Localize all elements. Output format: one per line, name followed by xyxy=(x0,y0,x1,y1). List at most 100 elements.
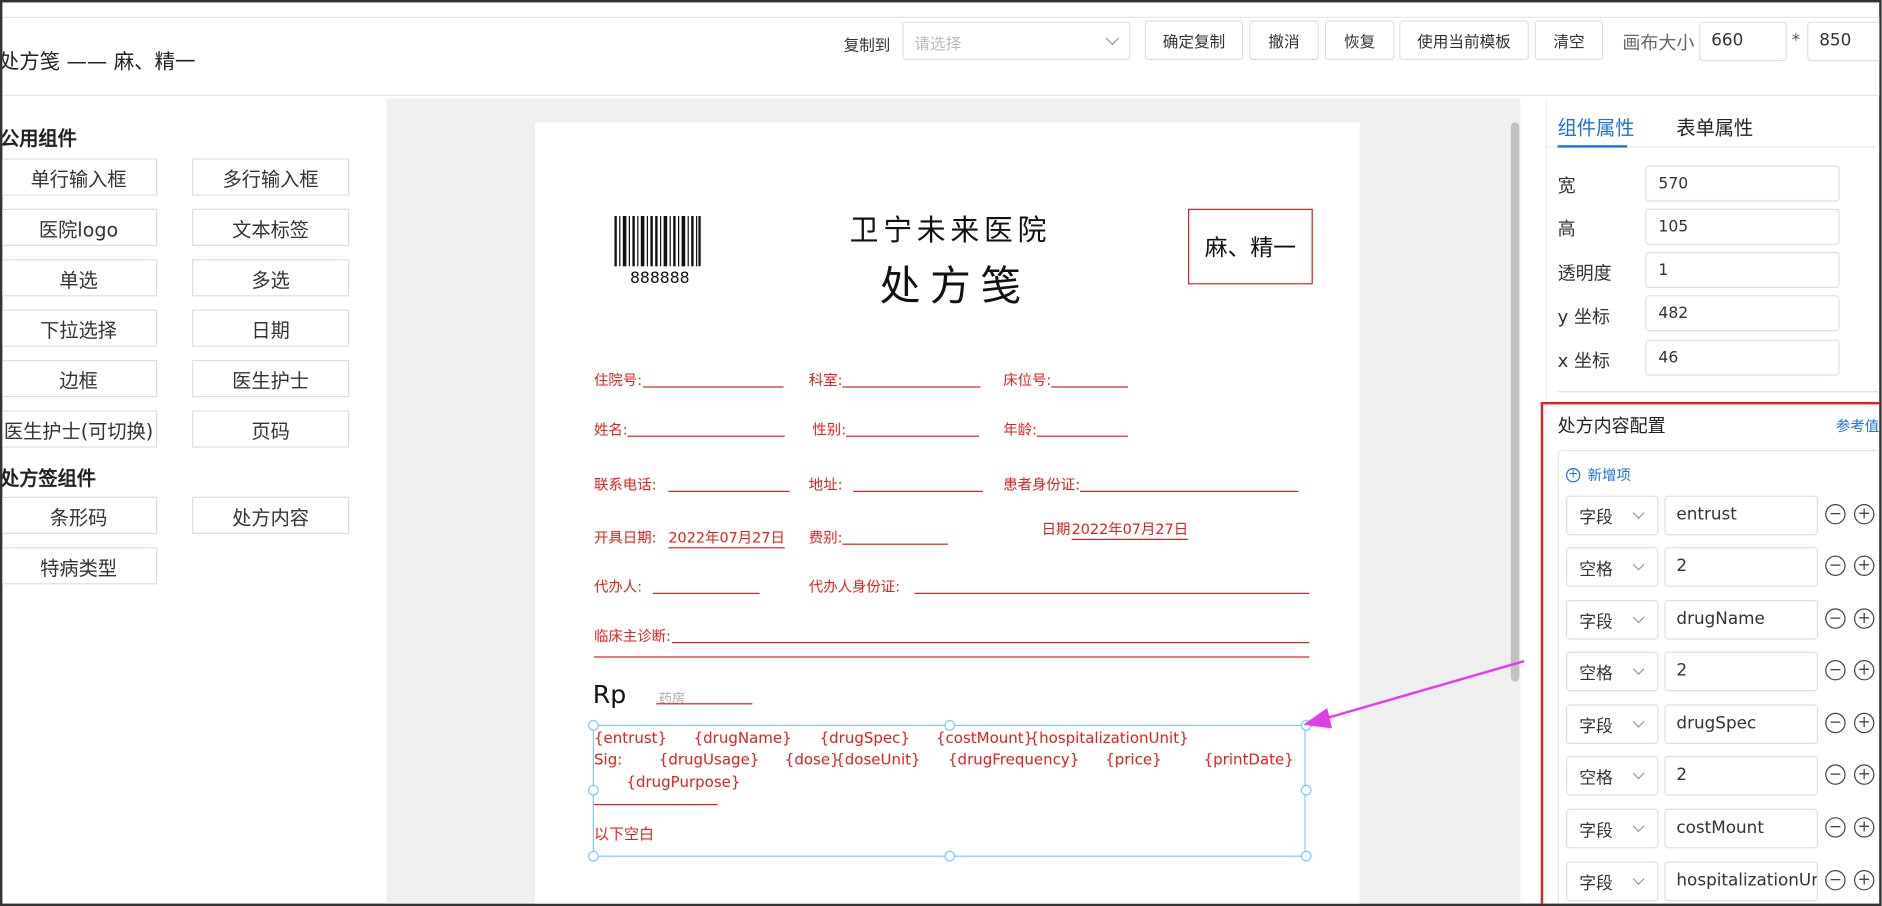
field-address[interactable]: 地址: xyxy=(809,474,843,494)
field-diagnosis[interactable]: 临床主诊断: xyxy=(594,625,671,645)
component-special-disease[interactable]: 特病类型 xyxy=(2,547,158,585)
row-type-value: 字段 xyxy=(1579,717,1613,737)
row-value-input[interactable]: entrust xyxy=(1664,495,1819,536)
plus-circle-icon[interactable]: + xyxy=(1854,555,1875,576)
date-value[interactable]: 2022年07月27日 xyxy=(1071,518,1189,540)
field-phone[interactable]: 联系电话: xyxy=(594,474,656,494)
row-value-input[interactable]: 2 xyxy=(1664,756,1819,796)
field-dept[interactable]: 科室: xyxy=(809,370,843,390)
plus-circle-icon[interactable]: + xyxy=(1854,660,1875,681)
component-hospital-logo[interactable]: 医院logo xyxy=(2,208,158,247)
field-agent-id[interactable]: 代办人身份证: xyxy=(809,576,900,596)
canvas-width-input[interactable]: 660 xyxy=(1699,21,1787,62)
component-date[interactable]: 日期 xyxy=(192,309,350,347)
rx-title[interactable]: 处方笺 xyxy=(880,253,1031,312)
minus-circle-icon[interactable]: − xyxy=(1825,555,1846,576)
minus-circle-icon[interactable]: − xyxy=(1825,660,1846,681)
component-checkbox[interactable]: 多选 xyxy=(192,259,350,297)
row-value-input[interactable]: 2 xyxy=(1664,651,1819,692)
component-doctor-nurse-switchable[interactable]: 医生护士(可切换) xyxy=(2,410,158,448)
plus-circle-icon[interactable]: + xyxy=(1854,817,1875,838)
row-value-input[interactable]: 2 xyxy=(1664,547,1819,587)
plus-circle-icon[interactable]: + xyxy=(1854,712,1875,734)
row-type-select[interactable]: 字段 xyxy=(1566,495,1659,536)
content-token: Sig: xyxy=(594,750,623,768)
field-date[interactable]: 日期 xyxy=(1042,518,1071,538)
component-radio[interactable]: 单选 xyxy=(2,259,158,297)
prop-width-input[interactable]: 570 xyxy=(1645,165,1840,202)
row-type-select[interactable]: 空格 xyxy=(1566,547,1659,587)
minus-circle-icon[interactable]: − xyxy=(1825,870,1846,891)
minus-circle-icon[interactable]: − xyxy=(1825,712,1846,734)
row-type-select[interactable]: 空格 xyxy=(1566,651,1659,692)
row-type-select[interactable]: 字段 xyxy=(1566,600,1659,640)
component-doctor-nurse[interactable]: 医生护士 xyxy=(192,360,350,398)
component-barcode[interactable]: 条形码 xyxy=(2,496,158,534)
tab-component-props[interactable]: 组件属性 xyxy=(1558,112,1635,141)
open-date-value[interactable]: 2022年07月27日 xyxy=(668,527,785,549)
field-age[interactable]: 年龄: xyxy=(1003,419,1037,439)
content-token: {drugName} xyxy=(693,728,792,747)
underline xyxy=(914,592,1310,594)
row-type-select[interactable]: 字段 xyxy=(1566,808,1659,849)
special-type-badge[interactable]: 麻、精一 xyxy=(1188,208,1313,285)
component-multi-input[interactable]: 多行输入框 xyxy=(192,158,350,196)
minus-circle-icon[interactable]: − xyxy=(1825,817,1846,838)
component-dropdown[interactable]: 下拉选择 xyxy=(2,309,158,347)
field-fee[interactable]: 费别: xyxy=(809,527,843,547)
row-value-input[interactable]: drugSpec xyxy=(1664,704,1819,744)
minus-circle-icon[interactable]: − xyxy=(1825,764,1846,785)
row-value-input[interactable]: hospitalizationUnit xyxy=(1664,861,1819,902)
prop-height-input[interactable]: 105 xyxy=(1645,208,1840,245)
add-item-button[interactable]: + 新增项 xyxy=(1566,464,1631,484)
plus-circle-icon[interactable]: + xyxy=(1854,870,1875,891)
resize-handle[interactable] xyxy=(944,850,956,862)
rp-label[interactable]: Rp xyxy=(593,680,627,709)
undo-button[interactable]: 撤消 xyxy=(1249,20,1319,61)
underline xyxy=(594,804,718,806)
reference-value-link[interactable]: 参考值 xyxy=(1836,415,1879,435)
field-gender[interactable]: 性别: xyxy=(812,419,846,439)
component-rx-content[interactable]: 处方内容 xyxy=(192,496,350,534)
plus-circle-icon[interactable]: + xyxy=(1854,504,1875,525)
prop-x-input[interactable]: 46 xyxy=(1645,339,1840,376)
resize-handle[interactable] xyxy=(588,784,599,796)
resize-handle[interactable] xyxy=(588,850,599,862)
copy-to-select[interactable]: 请选择 xyxy=(902,21,1131,61)
plus-circle-icon[interactable]: + xyxy=(1854,608,1875,629)
row-type-select[interactable]: 字段 xyxy=(1566,861,1659,902)
field-agent[interactable]: 代办人: xyxy=(594,576,642,596)
barcode-icon[interactable] xyxy=(614,216,701,267)
row-type-select[interactable]: 字段 xyxy=(1566,704,1659,744)
prop-y-input[interactable]: 482 xyxy=(1645,295,1840,332)
minus-circle-icon[interactable]: − xyxy=(1825,504,1846,525)
row-type-select[interactable]: 空格 xyxy=(1566,756,1659,796)
field-patient-id[interactable]: 患者身份证: xyxy=(1003,474,1080,494)
field-name[interactable]: 姓名: xyxy=(594,419,628,439)
row-value-input[interactable]: costMount xyxy=(1664,808,1819,849)
blank-below-text: 以下空白 xyxy=(594,824,655,843)
resize-handle[interactable] xyxy=(1300,784,1312,796)
barcode-number: 888888 xyxy=(630,270,690,288)
field-open-date[interactable]: 开具日期: xyxy=(594,527,656,547)
pharmacy-field[interactable]: 药房 xyxy=(659,689,685,708)
canvas-scrollbar[interactable] xyxy=(1510,122,1520,682)
clear-button[interactable]: 清空 xyxy=(1534,20,1604,61)
use-template-button[interactable]: 使用当前模板 xyxy=(1399,20,1529,61)
canvas-height-input[interactable]: 850 xyxy=(1807,21,1880,62)
field-bed-no[interactable]: 床位号: xyxy=(1003,370,1051,390)
minus-circle-icon[interactable]: − xyxy=(1825,608,1846,629)
row-value-input[interactable]: drugName xyxy=(1664,600,1819,640)
component-border[interactable]: 边框 xyxy=(2,360,158,398)
hospital-name[interactable]: 卫宁未来医院 xyxy=(850,206,1052,248)
component-page-number[interactable]: 页码 xyxy=(192,410,350,448)
component-single-input[interactable]: 单行输入框 xyxy=(2,158,158,196)
confirm-copy-button[interactable]: 确定复制 xyxy=(1144,20,1244,61)
resize-handle[interactable] xyxy=(1300,850,1312,862)
component-text-label[interactable]: 文本标签 xyxy=(192,208,350,247)
redo-button[interactable]: 恢复 xyxy=(1324,20,1395,61)
prop-opacity-input[interactable]: 1 xyxy=(1645,252,1840,288)
field-inpatient-no[interactable]: 住院号: xyxy=(594,370,642,390)
tab-form-props[interactable]: 表单属性 xyxy=(1676,112,1753,141)
plus-circle-icon[interactable]: + xyxy=(1854,764,1875,785)
